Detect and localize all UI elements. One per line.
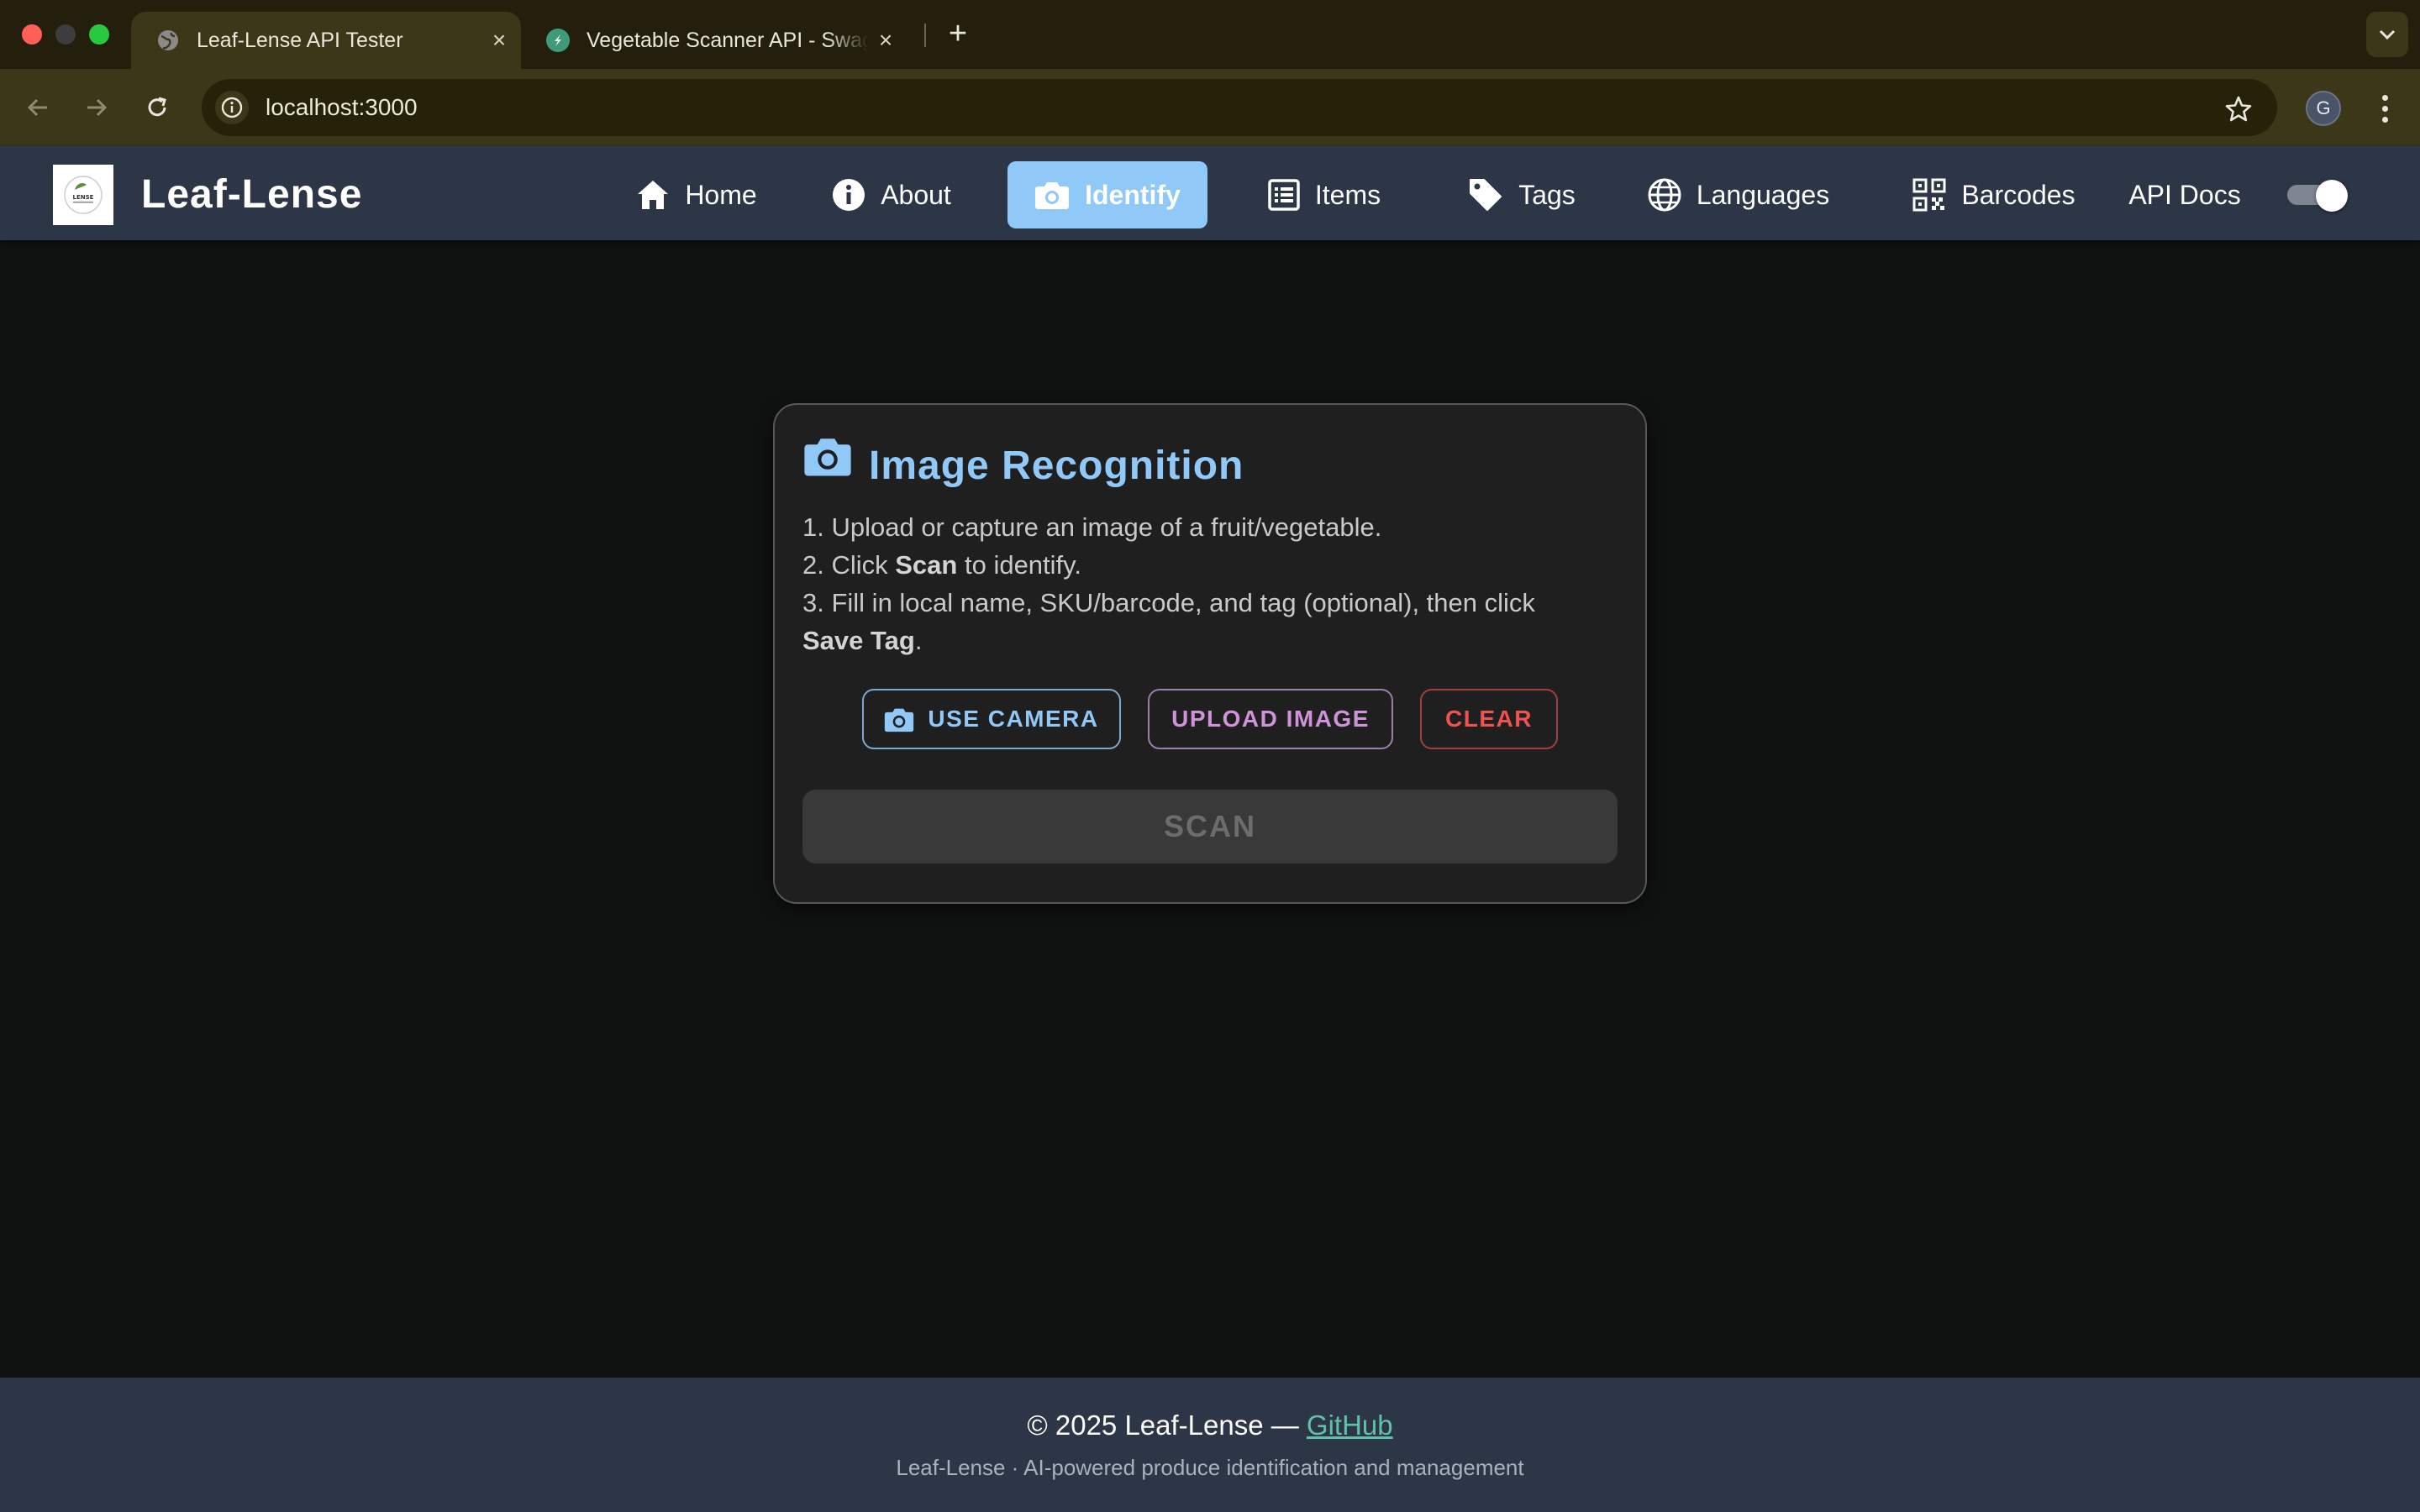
camera-icon [885,708,914,732]
clear-label: CLEAR [1445,706,1533,732]
swagger-icon [546,29,570,52]
footer-tagline: Leaf-Lense · AI-powered produce identifi… [896,1455,1524,1480]
nav-api-docs-label: API Docs [2128,179,2241,210]
menu-dot [2381,116,2388,123]
info-icon [833,179,865,211]
arrow-left-icon [27,98,47,117]
reload-icon [148,97,166,117]
nav-about[interactable]: About [817,161,966,228]
nav-tags[interactable]: Tags [1454,161,1590,228]
window-zoom-button[interactable] [89,24,109,45]
nav-about-label: About [881,179,951,210]
nav-identify[interactable]: Identify [1007,161,1207,228]
new-tab-button[interactable]: + [939,12,976,55]
scan-button[interactable]: SCAN [802,790,1618,864]
tab-divider [924,24,926,47]
forward-button[interactable] [76,87,118,129]
step-3-text-end: . [914,626,923,655]
camera-icon [803,435,852,481]
url-text: localhost:3000 [266,94,418,120]
nav-tags-label: Tags [1518,179,1576,210]
card-title: Image Recognition [869,444,1244,488]
theme-toggle-switch[interactable] [2287,180,2351,212]
brand-name[interactable]: Leaf-Lense [141,168,362,222]
window-minimize-button[interactable] [55,24,76,45]
tab-title: Leaf-Lense API Tester [197,28,403,52]
use-camera-button[interactable]: USE CAMERA [862,689,1121,749]
page-footer [0,1378,2420,1512]
copyright-text: © 2025 Leaf-Lense — [1027,1410,1307,1441]
browser-tab[interactable]: Vegetable Scanner API - Swagger UI × [521,12,908,69]
upload-image-button[interactable]: UPLOAD IMAGE [1148,689,1393,749]
globe-icon [1648,178,1681,212]
profile-avatar[interactable]: G [2306,91,2341,126]
github-link[interactable]: GitHub [1307,1410,1393,1441]
home-icon [638,181,669,209]
globe-icon [156,29,180,52]
qr-code-icon [1912,178,1946,212]
instruction-step-3-continued: Save Tag. [802,622,922,659]
browser-tab-active[interactable]: Leaf-Lense API Tester × [131,12,521,69]
arrow-right-icon [87,98,108,117]
tab-search-button[interactable] [2366,12,2408,57]
browser-menu-button[interactable] [2370,89,2400,128]
instruction-step-3: 3. Fill in local name, SKU/barcode, and … [802,588,1535,617]
nav-barcodes[interactable]: Barcodes [1911,161,2077,228]
close-icon[interactable]: × [869,27,902,54]
camera-icon [1035,182,1070,209]
step-3-emphasis: Save Tag [802,626,915,655]
nav-languages[interactable]: Languages [1644,161,1833,228]
nav-identify-label: Identify [1085,179,1181,210]
chevron-down-icon [2379,29,2396,40]
clear-button[interactable]: CLEAR [1420,689,1558,749]
toggle-thumb [2316,180,2348,212]
close-icon[interactable]: × [482,27,516,54]
nav-items[interactable]: Items [1257,161,1392,228]
window-close-button[interactable] [22,24,42,45]
menu-dot [2381,105,2388,112]
instruction-step-2: 2. Click Scan to identify. [802,546,1081,584]
tag-icon [1470,179,1502,211]
back-button[interactable] [17,87,59,129]
app-logo[interactable]: LENSE [53,165,113,225]
step-2-emphasis: Scan [895,550,958,580]
nav-api-docs[interactable]: API Docs [2121,161,2249,228]
svg-text:LENSE: LENSE [73,194,94,201]
nav-barcodes-label: Barcodes [1961,179,2075,210]
tab-title: Vegetable Scanner API - Swagger UI [587,28,869,52]
nav-items-label: Items [1314,179,1381,210]
nav-home-label: Home [685,179,757,210]
step-2-text-end: to identify. [957,550,1081,580]
nav-languages-label: Languages [1696,179,1830,210]
address-bar[interactable]: localhost:3000 [202,79,2277,136]
step-2-text: 2. Click [802,550,896,580]
upload-image-label: UPLOAD IMAGE [1171,706,1370,732]
footer-copyright: © 2025 Leaf-Lense — GitHub [0,1408,2420,1443]
bookmark-star-button[interactable] [2220,91,2257,128]
menu-dot [2381,94,2388,101]
site-info-icon[interactable] [215,91,249,124]
nav-home[interactable]: Home [620,161,773,228]
instruction-step-1: 1. Upload or capture an image of a fruit… [802,512,1382,542]
star-icon [2225,96,2252,122]
reload-button[interactable] [136,87,178,129]
list-icon [1268,179,1300,211]
use-camera-label: USE CAMERA [928,706,1099,732]
